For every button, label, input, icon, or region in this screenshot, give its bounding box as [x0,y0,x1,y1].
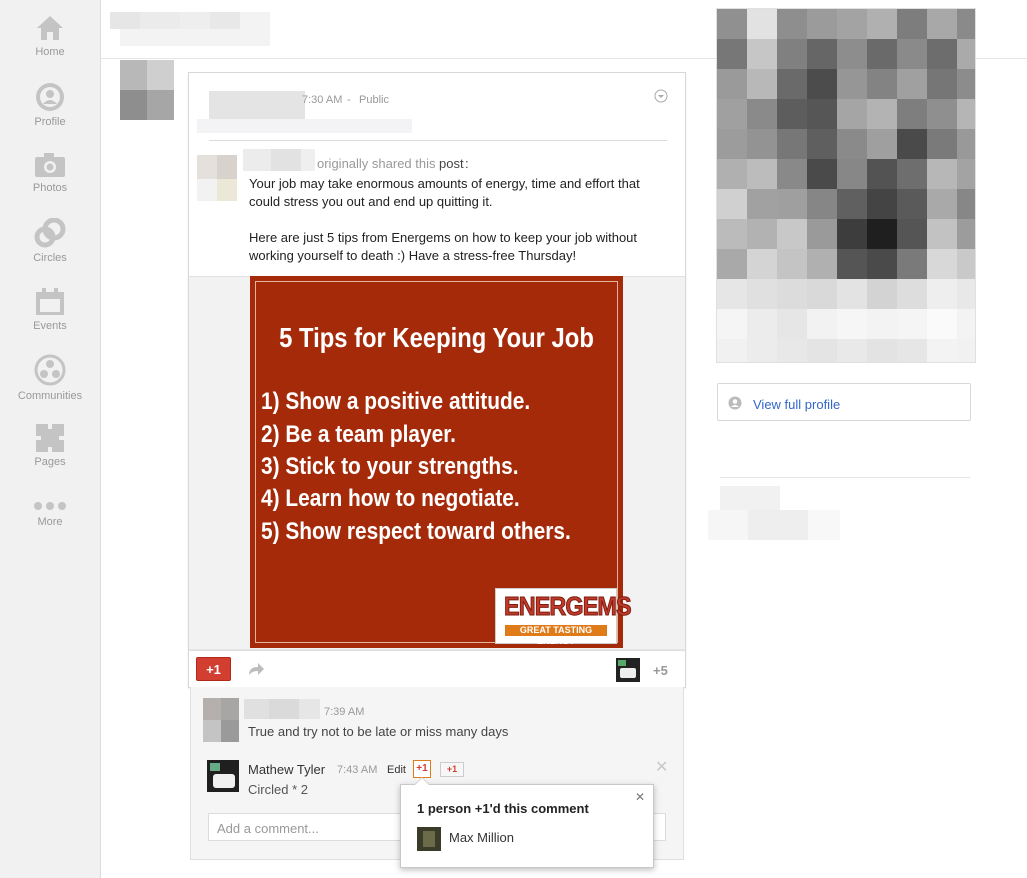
poster-tip: 1) Show a positive attitude. [261,388,531,415]
more-dots-icon [34,502,66,510]
poster-tip: 4) Learn how to negotiate. [261,485,520,512]
commenter-avatar[interactable] [203,698,239,742]
nav-item-photos[interactable]: Photos [0,152,100,194]
nav-item-more[interactable]: More [0,500,100,528]
mathew-tyler-avatar[interactable] [207,760,239,792]
commenter-name[interactable] [244,699,320,719]
nav-label: More [37,516,63,528]
poster-tip: 3) Stick to your strengths. [261,453,519,480]
plus-count[interactable]: +5 [653,663,668,678]
popup-title: 1 person +1'd this comment [417,801,589,816]
pages-icon [36,424,64,452]
comment-close-icon[interactable]: ✕ [655,757,668,777]
popup-person-name[interactable]: Max Million [449,830,514,845]
post-separator: - [347,94,351,106]
comment-text: Circled * 2 [248,782,308,797]
comment-plus-badge[interactable]: +1 [440,762,464,777]
left-navigation: Home Profile Photos Circles Events Commu… [0,0,101,878]
comment-author[interactable]: Mathew Tyler [248,762,325,777]
comment-time[interactable]: 7:43 AM [337,764,377,776]
logo-tagline: GREAT TASTING ENERGY [505,625,607,646]
communities-icon [34,354,66,386]
post-text-line: working yourself to death :) Have a stre… [249,248,577,263]
post-text-line: could stress you out and end up quitting… [249,194,493,209]
post-divider [209,140,667,141]
post-text-line: Here are just 5 tips from Energems on ho… [249,230,638,245]
pixelated-sidebar-text [708,486,840,540]
energems-logo: ENERGEMS GREAT TASTING ENERGY [495,588,632,646]
profile-icon [36,83,64,111]
view-full-profile-button[interactable]: View full profile [717,383,971,421]
nav-label: Profile [34,116,66,128]
poster-tip: 5) Show respect toward others. [261,518,571,545]
nav-label: Pages [34,456,66,468]
shared-text: originally shared this [317,156,436,171]
share-arrow-icon[interactable] [247,662,265,676]
circles-icon [34,218,66,248]
comment-edit-link[interactable]: Edit [387,764,406,776]
nav-label: Circles [33,252,67,264]
nav-item-communities[interactable]: Communities [0,354,100,402]
nav-label: Events [33,320,67,332]
nav-item-events[interactable]: Events [0,288,100,332]
poster-title: 5 Tips for Keeping Your Job [279,322,594,353]
plus-ones-popup: ✕ 1 person +1'd this comment Max Million [400,777,654,868]
comment-time[interactable]: 7:39 AM [324,706,364,718]
original-sharer-avatar[interactable] [197,155,237,201]
nav-label: Photos [32,182,68,194]
poster-tip: 2) Be a team player. [261,421,456,448]
actions-divider [189,649,685,650]
shared-post-link[interactable]: post [439,156,464,171]
post-image[interactable]: 5 Tips for Keeping Your Job 1) Show a po… [250,276,632,648]
post-time[interactable]: 7:30 AM [302,94,342,106]
nav-item-pages[interactable]: Pages [0,424,100,468]
sidebar-divider [720,477,970,478]
nav-item-profile[interactable]: Profile [0,82,100,128]
comment-plus-one-button[interactable]: +1 [413,760,431,778]
nav-label: Home [35,46,65,58]
max-million-avatar[interactable] [417,827,441,851]
calendar-icon [36,288,64,315]
home-icon [37,16,63,40]
profile-cover-photo[interactable] [716,8,976,363]
nav-item-home[interactable]: Home [0,14,100,58]
post-author-avatar[interactable] [120,60,174,120]
view-full-profile-label: View full profile [753,397,841,412]
logo-name: ENERGEMS [504,591,633,622]
pixelated-header-name [110,12,270,46]
nav-label: Communities [17,390,83,402]
post-menu-icon[interactable] [654,89,668,103]
original-sharer-name[interactable] [243,149,315,171]
add-comment-placeholder: Add a comment... [217,821,319,836]
camera-icon [35,153,65,177]
shared-colon: : [465,156,469,171]
post-text: Your job may take enormous amounts of en… [249,175,669,265]
popup-arrow-inner [415,778,429,785]
post-text-line: Your job may take enormous amounts of en… [249,176,640,191]
plusoner-avatar[interactable] [616,658,640,682]
comment-text: True and try not to be late or miss many… [248,724,509,739]
plus-one-button[interactable]: +1 [196,657,231,681]
nav-item-circles[interactable]: Circles [0,218,100,264]
post-visibility[interactable]: Public [359,94,389,106]
popup-close-icon[interactable]: ✕ [635,790,645,804]
profile-icon [728,396,742,410]
